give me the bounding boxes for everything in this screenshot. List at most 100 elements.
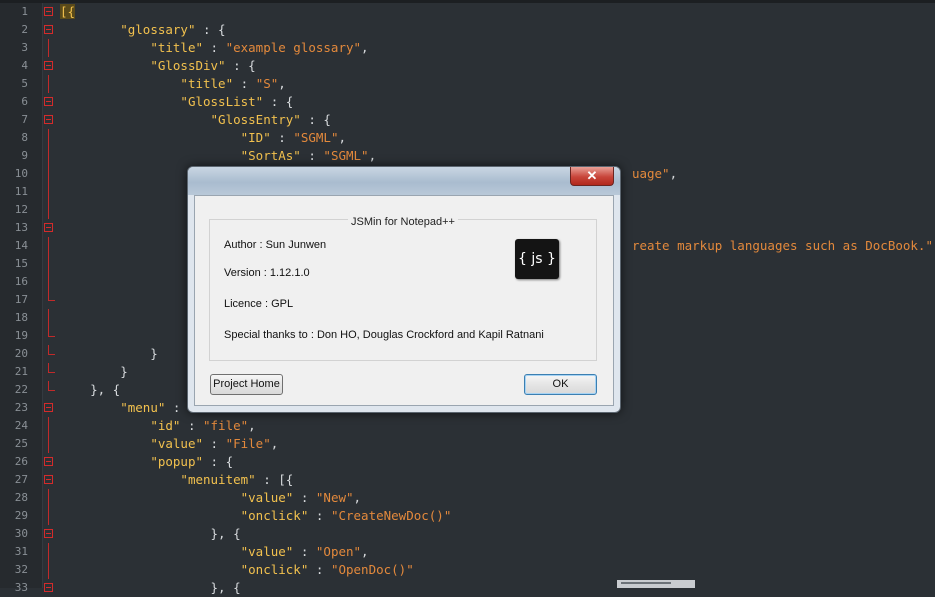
close-icon: ✕ xyxy=(586,168,598,183)
fold-minus-icon[interactable] xyxy=(44,115,53,124)
fold-minus-icon[interactable] xyxy=(44,61,53,70)
editor-line[interactable]: 4 "GlossDiv" : { xyxy=(0,57,935,75)
line-number: 22 xyxy=(14,383,28,396)
fold-minus-icon[interactable] xyxy=(44,457,53,466)
code-text[interactable]: "GlossList" : { xyxy=(60,93,293,111)
line-number: 13 xyxy=(14,221,28,234)
line-number: 26 xyxy=(14,455,28,468)
code-text[interactable]: } xyxy=(60,363,128,381)
line-number: 11 xyxy=(14,185,28,198)
editor-line[interactable]: 3 "title" : "example glossary", xyxy=(0,39,935,57)
editor-line[interactable]: 6 "GlossList" : { xyxy=(0,93,935,111)
info-groupbox: JSMin for Notepad++ Author : Sun Junwen … xyxy=(209,216,597,361)
line-number: 24 xyxy=(14,419,28,432)
line-number: 17 xyxy=(14,293,28,306)
code-token: "CreateNewDoc()" xyxy=(330,508,452,523)
code-text[interactable]: "popup" : { xyxy=(60,453,233,471)
editor-line[interactable]: 32 "onclick" : "OpenDoc()" xyxy=(0,561,935,579)
editor-line[interactable]: 7 "GlossEntry" : { xyxy=(0,111,935,129)
code-text[interactable]: "onclick" : "OpenDoc()" xyxy=(60,561,414,579)
line-number: 6 xyxy=(21,95,28,108)
line-number: 18 xyxy=(14,311,28,324)
code-text[interactable]: "onclick" : "CreateNewDoc()" xyxy=(60,507,452,525)
editor-line[interactable]: 28 "value" : "New", xyxy=(0,489,935,507)
editor-line[interactable]: 2 "glossary" : { xyxy=(0,21,935,39)
fold-guide-line xyxy=(48,435,49,453)
line-number: 28 xyxy=(14,491,28,504)
code-text[interactable]: "ID" : "SGML", xyxy=(60,129,346,147)
code-token: : { xyxy=(263,94,294,109)
code-text[interactable]: "menuitem" : [{ xyxy=(60,471,293,489)
fold-guide-line xyxy=(48,75,49,93)
editor-line[interactable]: 27 "menuitem" : [{ xyxy=(0,471,935,489)
editor-line[interactable]: 25 "value" : "File", xyxy=(0,435,935,453)
code-text[interactable]: "SortAs" : "SGML", xyxy=(60,147,376,165)
code-text[interactable]: }, { xyxy=(60,579,241,597)
code-text[interactable]: } xyxy=(60,345,158,363)
line-number: 8 xyxy=(21,131,28,144)
code-token: "SortAs" xyxy=(240,148,301,163)
fold-minus-icon[interactable] xyxy=(44,529,53,538)
code-text[interactable]: "value" : "New", xyxy=(60,489,361,507)
code-text[interactable]: "GlossEntry" : { xyxy=(60,111,331,129)
code-text[interactable]: "title" : "S", xyxy=(60,75,285,93)
editor-line[interactable]: 5 "title" : "S", xyxy=(0,75,935,93)
editor-line[interactable]: 33 }, { xyxy=(0,579,935,597)
code-text[interactable]: "menu" : xyxy=(60,399,180,417)
ok-button[interactable]: OK xyxy=(524,374,597,395)
fold-minus-icon[interactable] xyxy=(44,403,53,412)
fold-minus-icon[interactable] xyxy=(44,475,53,484)
code-token: : { xyxy=(203,454,234,469)
code-token: "SGML" xyxy=(323,148,369,163)
fold-guide-line xyxy=(48,273,49,291)
code-text[interactable]: "value" : "Open", xyxy=(60,543,369,561)
editor-line[interactable]: 9 "SortAs" : "SGML", xyxy=(0,147,935,165)
code-token: , xyxy=(361,544,369,559)
code-text[interactable]: "glossary" : { xyxy=(60,21,226,39)
code-token: "File" xyxy=(225,436,271,451)
code-token: : xyxy=(233,76,256,91)
code-text[interactable]: }, { xyxy=(60,381,120,399)
fold-minus-icon[interactable] xyxy=(44,223,53,232)
code-text[interactable]: }, { xyxy=(60,525,241,543)
code-text[interactable]: "value" : "File", xyxy=(60,435,278,453)
line-number: 16 xyxy=(14,275,28,288)
code-token: , xyxy=(270,436,279,451)
fold-minus-icon[interactable] xyxy=(44,7,53,16)
editor-line[interactable]: 31 "value" : "Open", xyxy=(0,543,935,561)
code-token: : { xyxy=(225,58,256,73)
code-token: : { xyxy=(195,22,226,37)
code-token: : xyxy=(293,490,316,505)
fold-minus-icon[interactable] xyxy=(44,97,53,106)
line-number: 15 xyxy=(14,257,28,270)
code-token: : xyxy=(308,562,331,577)
code-text[interactable]: [{ xyxy=(60,3,76,21)
editor-line[interactable]: 29 "onclick" : "CreateNewDoc()" xyxy=(0,507,935,525)
code-token: : xyxy=(308,508,331,523)
editor-line[interactable]: 24 "id" : "file", xyxy=(0,417,935,435)
code-text[interactable]: "GlossDiv" : { xyxy=(60,57,256,75)
code-token: "menuitem" xyxy=(180,472,256,487)
editor-line[interactable]: 8 "ID" : "SGML", xyxy=(0,129,935,147)
code-token: "onclick" xyxy=(240,508,309,523)
close-button[interactable]: ✕ xyxy=(570,167,614,186)
dialog-titlebar[interactable]: ✕ xyxy=(188,167,620,195)
project-home-button[interactable]: Project Home xyxy=(210,374,283,395)
code-token: "title" xyxy=(150,40,203,55)
editor-line[interactable]: 30 }, { xyxy=(0,525,935,543)
fold-guide-line xyxy=(48,255,49,273)
editor-line[interactable]: 1 [{ xyxy=(0,3,935,21)
fold-guide-line xyxy=(48,165,49,183)
editor-line[interactable]: 26 "popup" : { xyxy=(0,453,935,471)
code-token: , xyxy=(338,130,346,145)
groupbox-title-text: JSMin for Notepad++ xyxy=(348,216,458,228)
code-text[interactable]: "title" : "example glossary", xyxy=(60,39,368,57)
code-text[interactable]: "id" : "file", xyxy=(60,417,255,435)
fold-minus-icon[interactable] xyxy=(44,25,53,34)
